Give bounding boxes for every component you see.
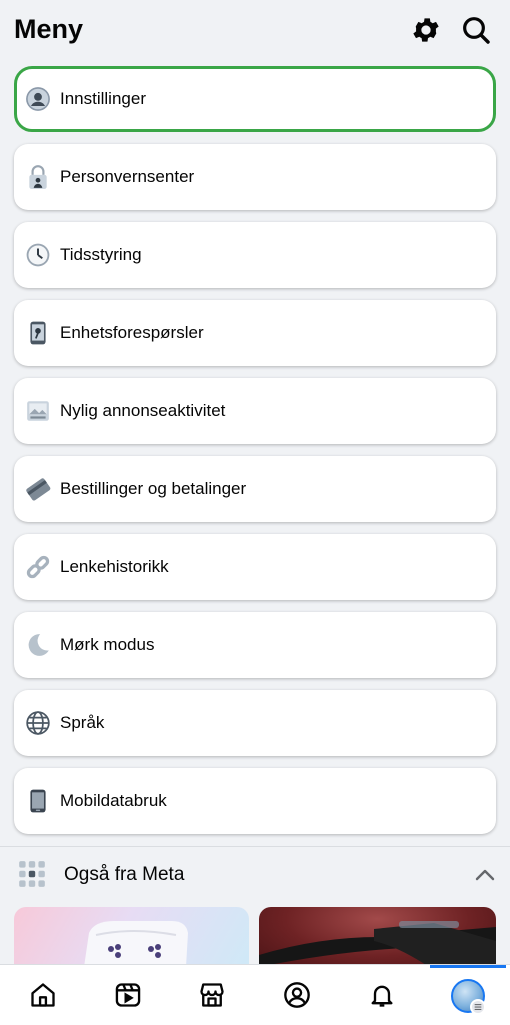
globe-icon xyxy=(25,710,51,736)
menu-item-label: Språk xyxy=(60,713,105,732)
mobile-icon xyxy=(25,788,51,814)
profile-icon[interactable] xyxy=(283,981,311,1009)
card-icon xyxy=(25,476,51,502)
ad-activity-icon xyxy=(25,398,51,424)
section-divider xyxy=(0,846,510,847)
video-icon[interactable] xyxy=(114,981,142,1009)
link-icon xyxy=(25,554,51,580)
menu-item-ad-activity[interactable]: Nylig annonseaktivitet xyxy=(14,378,496,444)
menu-item-mobile-data[interactable]: Mobildatabruk xyxy=(14,768,496,834)
apps-grid-icon xyxy=(18,860,46,888)
menu-item-orders-payments[interactable]: Bestillinger og betalinger xyxy=(14,456,496,522)
menu-item-label: Innstillinger xyxy=(60,89,146,108)
menu-item-label: Enhetsforespørsler xyxy=(60,323,204,342)
marketplace-icon[interactable] xyxy=(198,981,226,1009)
menu-item-label: Mobildatabruk xyxy=(60,791,167,810)
menu-item-privacy-center[interactable]: Personvernsenter xyxy=(14,144,496,210)
ray-ban-promo-card[interactable] xyxy=(259,907,496,967)
menu-item-label: Personvernsenter xyxy=(60,167,195,186)
page-title: Meny xyxy=(14,14,84,44)
smart-glasses-image xyxy=(259,921,496,967)
user-circle-icon xyxy=(25,86,51,112)
menu-item-label: Mørk modus xyxy=(60,635,155,654)
lock-person-icon xyxy=(25,164,51,190)
menu-item-dark-mode[interactable]: Mørk modus xyxy=(14,612,496,678)
menu-item-label: Bestillinger og betalinger xyxy=(60,479,247,498)
menu-item-time-management[interactable]: Tidsstyring xyxy=(14,222,496,288)
home-icon[interactable] xyxy=(29,981,57,1009)
menu-item-label: Tidsstyring xyxy=(60,245,142,264)
menu-item-language[interactable]: Språk xyxy=(14,690,496,756)
meta-quest-promo-card[interactable] xyxy=(14,907,249,967)
menu-list: Innstillinger Personvernsenter Tidsstyri… xyxy=(14,66,496,846)
notifications-icon[interactable] xyxy=(368,981,396,1009)
active-tab-indicator xyxy=(430,965,506,968)
clock-icon xyxy=(25,242,51,268)
moon-icon xyxy=(25,632,51,658)
section-title: Også fra Meta xyxy=(64,864,185,885)
also-from-meta-section[interactable]: Også fra Meta xyxy=(0,848,510,900)
menu-item-label: Lenkehistorikk xyxy=(60,557,169,576)
vr-headset-image xyxy=(84,921,188,967)
chevron-up-icon[interactable] xyxy=(472,864,498,886)
bottom-navigation xyxy=(0,964,510,1025)
phone-device-icon xyxy=(25,320,51,346)
menu-item-settings[interactable]: Innstillinger xyxy=(14,66,496,132)
menu-item-label: Nylig annonseaktivitet xyxy=(60,401,226,420)
gear-icon[interactable] xyxy=(410,14,442,46)
menu-item-link-history[interactable]: Lenkehistorikk xyxy=(14,534,496,600)
search-icon[interactable] xyxy=(460,14,492,46)
header: Meny xyxy=(0,0,510,62)
menu-item-device-requests[interactable]: Enhetsforespørsler xyxy=(14,300,496,366)
menu-lines-icon xyxy=(470,999,486,1015)
